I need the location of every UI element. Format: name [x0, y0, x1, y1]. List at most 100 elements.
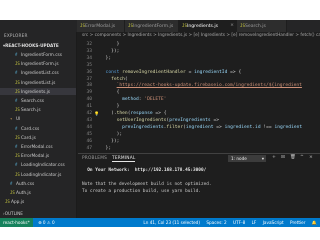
- code-text: {: [116, 90, 120, 96]
- tab-ingredientform[interactable]: JSIngredientForm.js: [125, 20, 179, 32]
- file-item[interactable]: JSIngredientForm.js: [0, 60, 76, 68]
- code-editor[interactable]: 32 } 33 }); 34 }; 35 36 const removeIngredie…: [78, 40, 320, 153]
- code-text: prevIngredients.filter(ingredient => ing…: [122, 124, 303, 130]
- folder-item[interactable]: ▾ UI: [0, 115, 76, 123]
- file-item[interactable]: # LoadingIndicator.css: [0, 161, 76, 169]
- code-line[interactable]: 35: [78, 63, 320, 70]
- explorer-sidebar: EXPLORER ▾REACT-HOOKS-UPDATE # Ingredient…: [0, 32, 77, 218]
- tab-ingredients[interactable]: JSIngredients.js ×: [179, 20, 237, 32]
- file-item[interactable]: JSIngredients.js: [0, 87, 76, 96]
- code-text: }: [116, 104, 120, 110]
- cursor-position[interactable]: Ln 41, Col 23 (11 selected): [143, 220, 200, 225]
- language-mode[interactable]: JavaScript: [263, 220, 284, 225]
- file-item[interactable]: # Auth.css: [0, 180, 76, 188]
- close-icon[interactable]: ×: [230, 20, 234, 32]
- terminal-line: Note that the development build is not o…: [82, 182, 212, 187]
- breadcrumb[interactable]: src > components > Ingredients > Ingredi…: [78, 32, 320, 40]
- line-number: 32: [86, 42, 92, 47]
- problems-counter[interactable]: ⊗ 0 ⚠ 0: [38, 220, 55, 225]
- file-label: LoadingIndicator.css: [21, 163, 65, 169]
- tab-problems[interactable]: PROBLEMS: [82, 156, 107, 161]
- file-item[interactable]: # Search.css: [0, 97, 76, 105]
- code-text: const removeIngredientHandler = ingredie…: [105, 69, 242, 75]
- formatter[interactable]: Prettier: [290, 220, 305, 225]
- code-line[interactable]: 43 setUserIngredients(prevIngredients =>: [78, 118, 320, 125]
- bottom-panel: PROBLEMS TERMINAL 1: node ▾ + ⊟ 🗑 ^ × On…: [78, 153, 320, 218]
- line-number: 36: [86, 69, 92, 75]
- project-name: REACT-HOOKS-UPDATE: [5, 43, 59, 48]
- code-line[interactable]: 41 }: [78, 104, 320, 111]
- branch-indicator[interactable]: react-hooks*: [0, 218, 33, 227]
- file-item[interactable]: JSLoadingIndicator.js: [0, 171, 76, 179]
- indentation[interactable]: Spaces: 2: [206, 220, 226, 225]
- file-label: Card.css: [21, 126, 40, 132]
- code-line[interactable]: 44 prevIngredients.filter(ingredient => …: [78, 125, 320, 132]
- file-label: App.js: [11, 200, 25, 206]
- encoding[interactable]: UTF-8: [233, 220, 245, 225]
- file-item[interactable]: # IngredientList.css: [0, 69, 76, 77]
- file-item[interactable]: JSCard.js: [0, 134, 76, 142]
- file-label: UI: [16, 117, 21, 123]
- file-label: Search.js: [21, 108, 41, 114]
- code-line[interactable]: 45 );: [78, 132, 320, 139]
- code-line[interactable]: 36 const removeIngredientHandler = ingre…: [78, 70, 320, 77]
- tab-bar-spacer: [0, 20, 77, 32]
- split-terminal-icon[interactable]: ⊟: [281, 155, 285, 160]
- line-number: 44: [86, 124, 92, 130]
- code-text: method: 'DELETE': [122, 97, 167, 103]
- line-ending[interactable]: LF: [252, 220, 257, 225]
- code-line[interactable]: 34 };: [78, 56, 320, 63]
- file-item[interactable]: # ErrorModal.css: [0, 143, 76, 151]
- vscode-window: JSErrorModal.js JSIngredientForm.js JSIn…: [0, 20, 320, 227]
- file-label: IngredientForm.js: [21, 62, 59, 68]
- code-line[interactable]: 46 });: [78, 139, 320, 146]
- line-number: 43: [86, 117, 92, 123]
- tab-errormodal[interactable]: JSErrorModal.js: [77, 20, 125, 32]
- status-left: react-hooks* ⊗ 0 ⚠ 0: [0, 218, 55, 227]
- file-label: LoadingIndicator.js: [21, 172, 62, 178]
- file-label: Card.js: [21, 135, 36, 141]
- tab-search[interactable]: JSSearch.js: [237, 20, 287, 32]
- code-line[interactable]: 38 `https://react-hooks-update.firebasei…: [78, 83, 320, 90]
- file-label: ErrorModal.css: [21, 145, 53, 150]
- code-line[interactable]: 33 });: [78, 49, 320, 56]
- explorer-title: EXPLORER: [4, 33, 28, 38]
- code-line[interactable]: 39 {: [78, 90, 320, 97]
- code-text: ).then(response => {: [111, 111, 167, 116]
- trash-icon[interactable]: 🗑: [290, 155, 296, 160]
- bell-icon[interactable]: 🔔: [312, 220, 317, 225]
- tab-terminal[interactable]: TERMINAL: [112, 156, 136, 162]
- chevron-down-icon: ▾: [261, 156, 264, 161]
- file-item[interactable]: JSErrorModal.js: [0, 152, 76, 160]
- close-icon[interactable]: ×: [309, 155, 313, 160]
- code-text: });: [111, 48, 120, 54]
- line-number: 35: [86, 62, 92, 68]
- line-number: 40: [86, 97, 92, 103]
- file-label: Search.css: [21, 99, 44, 104]
- add-terminal-icon[interactable]: +: [272, 155, 276, 160]
- file-item[interactable]: JSApp.js: [0, 198, 76, 206]
- code-line[interactable]: 32 }: [78, 42, 320, 49]
- lightbulb-icon[interactable]: 💡: [94, 111, 99, 118]
- code-line[interactable]: 42 💡 ).then(response => {: [78, 111, 320, 118]
- code-text: `https://react-hooks-update.firebaseio.c…: [116, 83, 302, 89]
- project-folder[interactable]: ▾REACT-HOOKS-UPDATE: [0, 42, 76, 50]
- file-item[interactable]: # Card.css: [0, 125, 76, 133]
- line-number: 42: [86, 111, 92, 116]
- code-text: };: [105, 145, 112, 151]
- file-item[interactable]: JSAuth.js: [0, 189, 76, 197]
- outline-section[interactable]: ›OUTLINE: [0, 210, 76, 217]
- file-item[interactable]: JSSearch.js: [0, 106, 76, 114]
- line-number: 39: [86, 90, 92, 96]
- code-text: };: [105, 55, 112, 61]
- maximize-panel-icon[interactable]: ^: [300, 155, 304, 160]
- terminal-select[interactable]: 1: node ▾: [228, 155, 266, 162]
- code-line[interactable]: 47 };: [78, 146, 320, 153]
- terminal-line: On Your Network: http://192.168.178.45:3…: [82, 168, 207, 173]
- editor-tab-bar: JSErrorModal.js JSIngredientForm.js JSIn…: [0, 20, 320, 32]
- code-line[interactable]: 40 method: 'DELETE': [78, 97, 320, 104]
- file-item[interactable]: # IngredientForm.css: [0, 51, 76, 59]
- file-label: ErrorModal.js: [21, 154, 50, 160]
- terminal-line: To create a production build, use yarn b…: [82, 189, 201, 194]
- file-item[interactable]: JSIngredientList.js: [0, 79, 76, 87]
